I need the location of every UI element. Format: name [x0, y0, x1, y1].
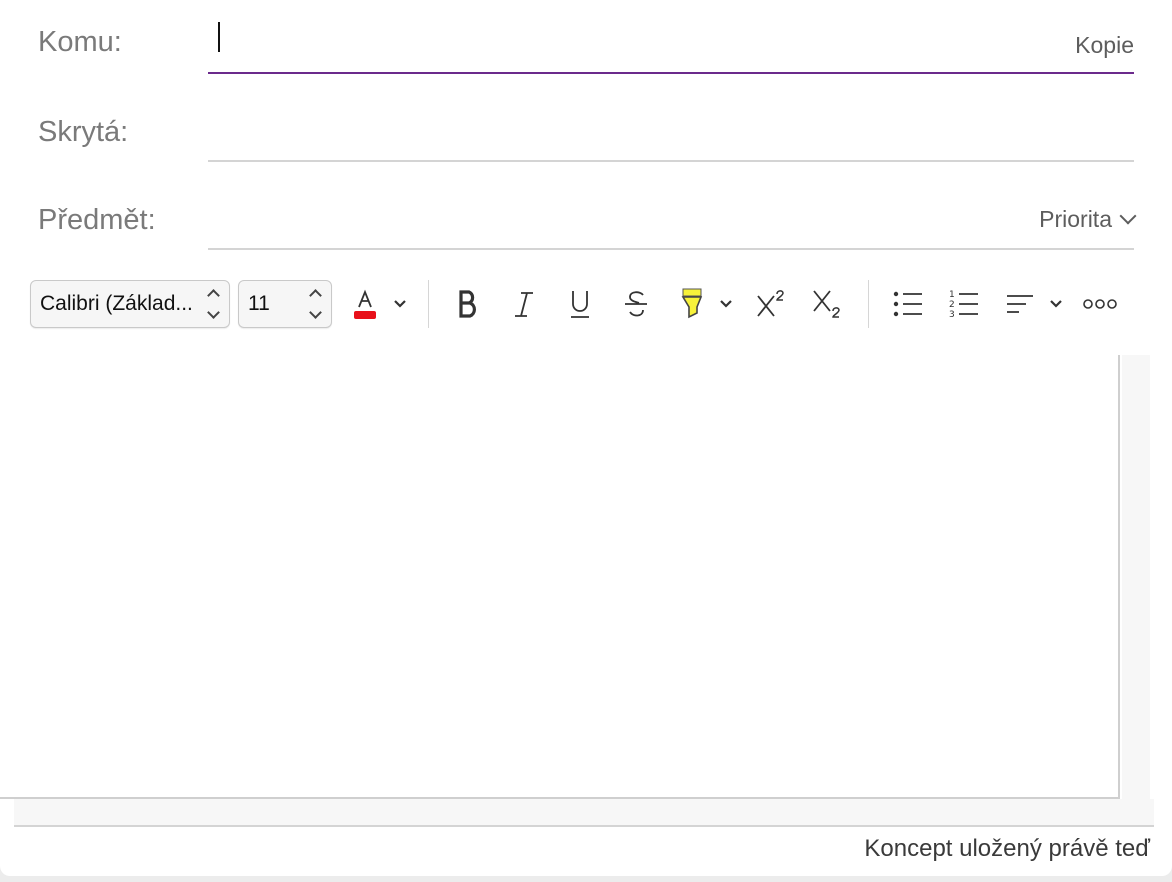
align-left-icon	[1007, 295, 1033, 313]
numbered-list-icon: 1 2 3	[949, 290, 978, 320]
priority-label: Priorita	[1039, 206, 1112, 232]
highlighter-icon	[681, 288, 703, 319]
bulleted-list-icon	[893, 291, 922, 317]
subject-label: Předmět:	[38, 204, 156, 236]
draft-status: Koncept uložený právě teď	[864, 835, 1150, 862]
compose-window: Komu: Kopie Skrytá: Předmět: Priorita Ca…	[0, 0, 1172, 876]
to-underline	[208, 72, 1134, 74]
font-color-dropdown[interactable]	[390, 284, 410, 324]
italic-icon	[515, 292, 533, 317]
bold-button[interactable]	[450, 284, 486, 324]
cc-button[interactable]: Kopie	[1075, 32, 1134, 59]
chevron-down-icon	[720, 300, 732, 308]
svg-text:3: 3	[949, 310, 955, 320]
bcc-row: Skrytá:	[0, 88, 1172, 176]
font-size-select[interactable]: 11	[238, 280, 332, 328]
format-toolbar: Calibri (Základ... 11 1 2 3	[0, 270, 1172, 340]
highlight-dropdown[interactable]	[716, 284, 736, 324]
highlight-button[interactable]	[674, 284, 710, 324]
chevron-down-icon	[394, 300, 406, 308]
toolbar-divider	[868, 280, 869, 328]
strikethrough-icon	[625, 291, 647, 317]
message-body-editor[interactable]	[0, 355, 1120, 799]
subscript-icon	[813, 290, 840, 318]
bold-icon	[459, 290, 476, 318]
chevron-down-icon	[1050, 300, 1062, 308]
subscript-button[interactable]	[808, 284, 844, 324]
toolbar-divider	[428, 280, 429, 328]
bulleted-list-button[interactable]	[888, 284, 928, 324]
bcc-underline	[208, 160, 1134, 162]
underline-icon	[571, 291, 589, 318]
subject-underline	[208, 248, 1134, 250]
font-size-stepper-icon	[309, 289, 323, 319]
bcc-input[interactable]	[208, 100, 1134, 160]
font-color-icon	[354, 289, 376, 319]
align-button[interactable]	[1002, 284, 1038, 324]
superscript-button[interactable]	[752, 284, 788, 324]
editor-gutter	[1122, 355, 1150, 799]
to-input[interactable]	[208, 12, 1028, 72]
subject-row: Předmět: Priorita	[0, 176, 1172, 264]
chevron-down-icon	[1119, 207, 1137, 225]
align-dropdown[interactable]	[1046, 284, 1066, 324]
more-icon	[1083, 299, 1117, 309]
priority-dropdown[interactable]: Priorita	[1039, 206, 1137, 233]
to-label: Komu:	[38, 26, 122, 58]
numbered-list-button[interactable]: 1 2 3	[944, 284, 984, 324]
font-family-select[interactable]: Calibri (Základ...	[30, 280, 230, 328]
editor-bottom-strip	[14, 799, 1154, 827]
svg-text:2: 2	[949, 300, 955, 310]
font-size-value: 11	[248, 292, 270, 315]
superscript-icon	[757, 290, 784, 317]
more-button[interactable]	[1080, 284, 1120, 324]
bcc-label: Skrytá:	[38, 116, 129, 148]
underline-button[interactable]	[562, 284, 598, 324]
italic-button[interactable]	[506, 284, 542, 324]
to-row: Komu: Kopie	[0, 0, 1172, 88]
font-family-stepper-icon	[207, 289, 221, 319]
strikethrough-button[interactable]	[618, 284, 654, 324]
font-family-value: Calibri (Základ...	[40, 292, 193, 315]
font-color-button[interactable]	[348, 284, 382, 324]
svg-text:1: 1	[949, 290, 955, 300]
subject-input[interactable]	[208, 188, 988, 248]
